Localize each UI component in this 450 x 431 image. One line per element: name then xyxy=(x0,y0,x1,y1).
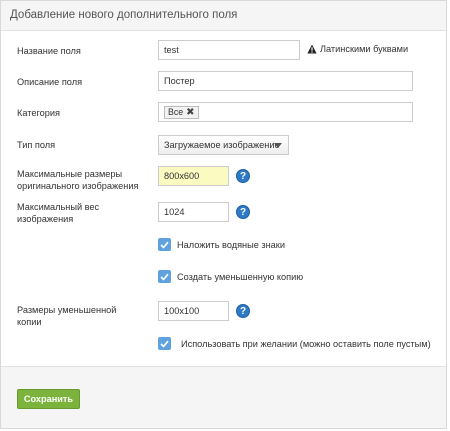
hint-text: Латинскими буквами xyxy=(320,44,409,54)
max-size-label-line1: Максимальные размеры xyxy=(17,169,123,179)
max-size-input[interactable]: 800x600 xyxy=(158,166,229,186)
thumb-size-label: Размеры уменьшенной копии xyxy=(17,304,116,328)
category-label: Категория xyxy=(17,108,60,118)
field-name-label: Название поля xyxy=(17,46,81,56)
watermark-row[interactable]: Наложить водяные знаки xyxy=(158,238,285,251)
help-icon[interactable]: ? xyxy=(236,205,250,219)
thumbnail-label: Создать уменьшенную копию xyxy=(177,271,304,282)
optional-row[interactable]: Использовать при желании (можно оставить… xyxy=(158,337,431,350)
max-size-label: Максимальные размеры оригинального изобр… xyxy=(17,168,138,192)
max-weight-label-line1: Максимальный вес xyxy=(17,202,100,212)
chevron-down-icon xyxy=(274,143,282,148)
help-icon[interactable]: ? xyxy=(236,169,250,183)
field-description-input[interactable]: Постер xyxy=(158,71,413,91)
category-tag: Все ✖ xyxy=(164,106,199,119)
category-tag-label: Все xyxy=(168,107,184,117)
thumbnail-checkbox[interactable] xyxy=(158,270,171,283)
watermark-label: Наложить водяные знаки xyxy=(177,239,285,250)
field-type-label: Тип поля xyxy=(17,140,56,150)
max-weight-input[interactable]: 1024 xyxy=(158,202,229,222)
field-description-label: Описание поля xyxy=(17,77,83,87)
field-type-select[interactable]: Загружаемое изображение xyxy=(158,135,289,155)
remove-tag-icon[interactable]: ✖ xyxy=(186,107,194,118)
thumb-size-label-line1: Размеры уменьшенной xyxy=(17,305,117,315)
field-name-input[interactable]: test xyxy=(158,40,300,60)
warning-icon xyxy=(307,44,317,54)
checkmark-icon xyxy=(160,273,169,281)
help-icon[interactable]: ? xyxy=(236,304,250,318)
optional-label: Использовать при желании (можно оставить… xyxy=(181,338,431,349)
field-name-hint: Латинскими буквами xyxy=(307,44,408,54)
field-type-value: Загружаемое изображение xyxy=(164,140,280,150)
max-weight-label-line2: изображения xyxy=(17,214,74,224)
thumb-size-input[interactable]: 100x100 xyxy=(158,301,229,321)
thumb-size-label-line2: копии xyxy=(17,317,42,327)
checkmark-icon xyxy=(160,241,169,249)
panel-footer: Сохранить xyxy=(1,366,446,428)
panel-header: Добавление нового дополнительного поля xyxy=(1,1,446,31)
thumbnail-row[interactable]: Создать уменьшенную копию xyxy=(158,270,303,283)
form-panel: Добавление нового дополнительного поля Н… xyxy=(0,0,447,429)
save-button[interactable]: Сохранить xyxy=(17,389,80,409)
category-select[interactable]: Все ✖ xyxy=(158,102,413,122)
checkmark-icon xyxy=(160,340,169,348)
max-size-label-line2: оригинального изображения xyxy=(17,181,139,191)
optional-checkbox[interactable] xyxy=(158,337,171,350)
watermark-checkbox[interactable] xyxy=(158,238,171,251)
panel-title: Добавление нового дополнительного поля xyxy=(10,9,238,21)
max-weight-label: Максимальный вес изображения xyxy=(17,201,99,225)
